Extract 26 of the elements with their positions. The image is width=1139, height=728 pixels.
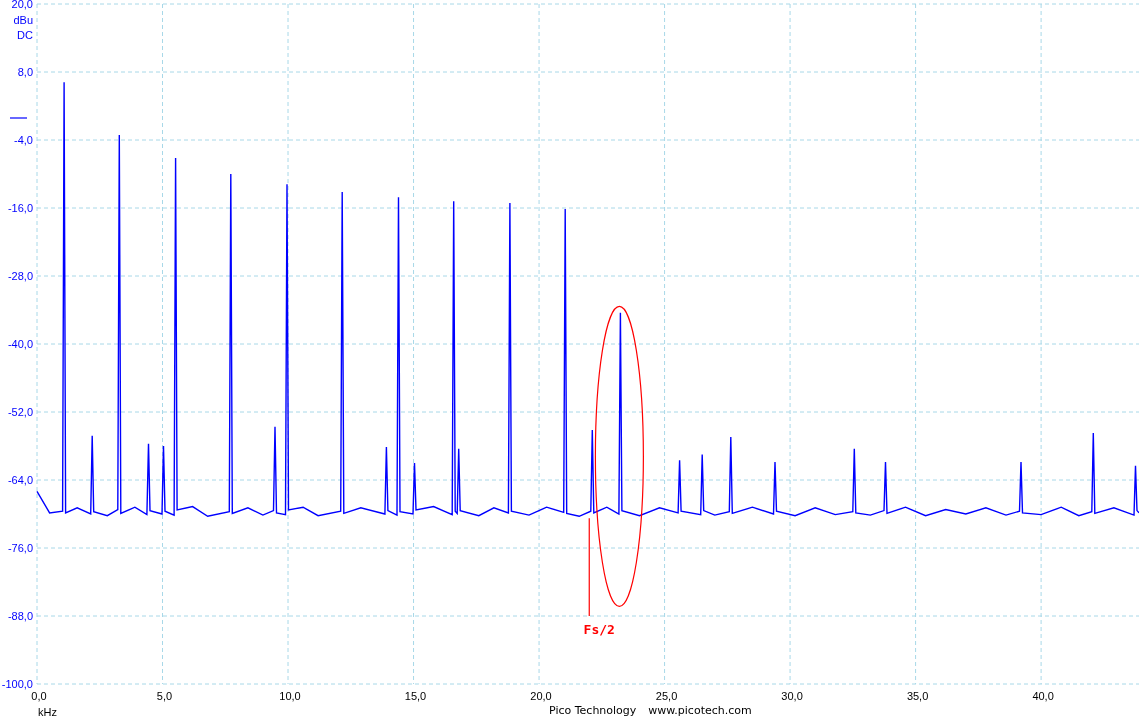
company-name: Pico Technology [549, 704, 637, 717]
website-link[interactable]: www.picotech.com [648, 704, 752, 717]
y-tick-label: -4,0 [14, 134, 33, 146]
y-tick-label: -64,0 [7, 474, 33, 486]
x-tick-label: 40,0 [1032, 690, 1054, 702]
y-tick-label: -76,0 [7, 542, 33, 554]
x-tick-label: 10,0 [279, 690, 301, 702]
y-tick-label: -52,0 [7, 406, 33, 418]
x-tick-label: 30,0 [781, 690, 803, 702]
y-tick-label: -88,0 [7, 610, 33, 622]
x-axis-unit: kHz [38, 706, 57, 718]
coupling-label: DC [17, 29, 33, 41]
x-tick-label: 35,0 [906, 690, 929, 702]
y-tick-label: -28,0 [7, 270, 33, 282]
y-tick-label: -40,0 [7, 338, 33, 350]
x-tick-label: 20,0 [530, 690, 552, 702]
x-tick-label: 25,0 [655, 690, 678, 702]
y-axis-unit: dBu [13, 14, 33, 26]
y-tick-label: 8,0 [17, 66, 33, 78]
y-tick-label: -100,0 [1, 678, 33, 690]
x-tick-label: 0,0 [31, 690, 47, 702]
x-tick-label: 5,0 [156, 690, 173, 702]
marker-label: Fs/2 [583, 622, 615, 637]
x-tick-label: 15,0 [404, 690, 427, 702]
y-tick-label: 20,0 [11, 0, 33, 10]
y-tick-label: -16,0 [7, 202, 33, 214]
